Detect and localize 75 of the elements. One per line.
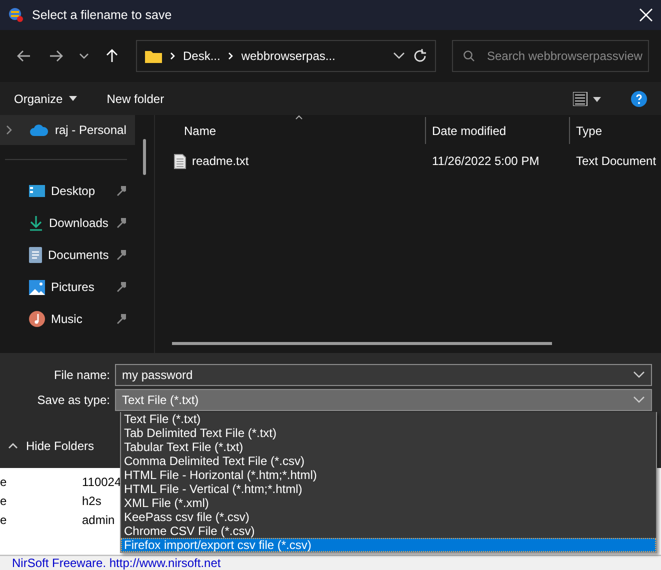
caret-icon: [68, 96, 77, 101]
dropdown-option[interactable]: Firefox import/export csv file (*.csv): [121, 538, 656, 552]
chevron-down-icon: [79, 53, 89, 59]
field-label: Save as type:: [36, 393, 111, 407]
table-cell: 110024: [82, 474, 122, 488]
sort-caret-icon: [295, 115, 303, 120]
download-icon: [29, 215, 43, 231]
search-field[interactable]: Search webbrowserpassview: [452, 40, 649, 72]
dropdown-option[interactable]: Comma Delimited Text File (*.csv): [121, 454, 656, 468]
file-name[interactable]: readme.txt: [192, 154, 249, 168]
pin-icon[interactable]: [117, 314, 127, 324]
hide-folders-button[interactable]: Hide Folders: [8, 439, 94, 453]
dropdown-option[interactable]: KeePass csv file (*.csv): [121, 510, 656, 524]
dropdown-option[interactable]: Chrome CSV File (*.csv): [121, 524, 656, 538]
pin-icon[interactable]: [117, 250, 127, 260]
search-icon: [463, 50, 475, 62]
save-type-dropdown[interactable]: Text File (*.txt): [115, 389, 652, 411]
folder-icon: [145, 49, 162, 63]
pin-icon[interactable]: [117, 282, 127, 292]
dropdown-option[interactable]: Tab Delimited Text File (*.txt): [121, 426, 656, 440]
chevron-up-icon: [8, 443, 18, 449]
expand-icon[interactable]: [6, 125, 12, 135]
window-title: Select a filename to save: [32, 8, 173, 22]
sidebar-item[interactable]: Music: [0, 304, 135, 334]
table-cell: admin: [82, 512, 115, 526]
file-name-field[interactable]: my password: [115, 364, 652, 386]
new-folder-button[interactable]: New folder: [106, 92, 164, 106]
dropdown-option[interactable]: XML File (*.xml): [121, 496, 656, 510]
dropdown-option[interactable]: HTML File - Vertical (*.htm;*.html): [121, 482, 656, 496]
pin-icon[interactable]: [117, 218, 127, 228]
address-dropdown-icon[interactable]: [393, 52, 405, 60]
table-cell-text: Text Document: [575, 154, 658, 168]
breadcrumb[interactable]: Desk...: [183, 49, 220, 63]
table-cell-text: e: [0, 512, 8, 526]
chevron-right-icon: [170, 52, 175, 60]
desktop-icon: [29, 184, 45, 198]
view-options-icon[interactable]: [573, 92, 601, 106]
table-cell-text: e: [0, 474, 8, 488]
up-arrow-icon: [106, 49, 118, 63]
music-icon: [29, 311, 45, 327]
address-bar[interactable]: Desk... webbrowserpas...: [136, 40, 436, 72]
dropdown-option[interactable]: Text File (*.txt): [121, 412, 656, 426]
dropdown-option[interactable]: Tabular Text File (*.txt): [121, 440, 656, 454]
sidebar-item[interactable]: Documents: [0, 240, 135, 270]
scrollbar[interactable]: [172, 342, 552, 345]
left-arrow-icon: [17, 50, 31, 62]
status-bar: NirSoft Freeware. http://www.nirsoft.net: [0, 555, 661, 570]
cloud-icon: [29, 124, 49, 136]
table-cell-text: 11/26/2022 5:00 PM: [431, 154, 540, 168]
table-cell-text: e: [0, 494, 8, 508]
column-header[interactable]: Type: [569, 117, 661, 144]
table-cell: h2s: [82, 494, 102, 508]
sidebar-item[interactable]: Downloads: [0, 208, 135, 238]
right-arrow-icon: [49, 50, 63, 62]
breadcrumb[interactable]: webbrowserpas...: [241, 49, 336, 63]
pictures-icon: [29, 280, 45, 294]
dropdown-icon[interactable]: [633, 371, 645, 379]
dropdown-option[interactable]: HTML File - Horizontal (*.htm;*.html): [121, 468, 656, 482]
text-file-icon: [174, 154, 186, 168]
app-logo-icon: [8, 7, 24, 23]
column-header[interactable]: Date modified: [425, 117, 569, 144]
document-icon: [29, 247, 42, 263]
sidebar-item[interactable]: Desktop: [0, 176, 135, 206]
sidebar-item[interactable]: raj - Personal: [0, 115, 135, 145]
sidebar-item[interactable]: Pictures: [0, 272, 135, 302]
close-icon[interactable]: [639, 8, 653, 22]
chevron-right-icon: [228, 52, 234, 60]
field-label: File name:: [52, 368, 111, 382]
pin-icon[interactable]: [117, 186, 127, 196]
help-icon[interactable]: [631, 90, 647, 106]
dropdown-icon[interactable]: [633, 396, 645, 404]
organize-button[interactable]: Organize: [14, 92, 77, 106]
refresh-icon[interactable]: [413, 49, 427, 63]
column-header[interactable]: Name: [155, 117, 425, 144]
scrollbar[interactable]: [143, 139, 146, 175]
